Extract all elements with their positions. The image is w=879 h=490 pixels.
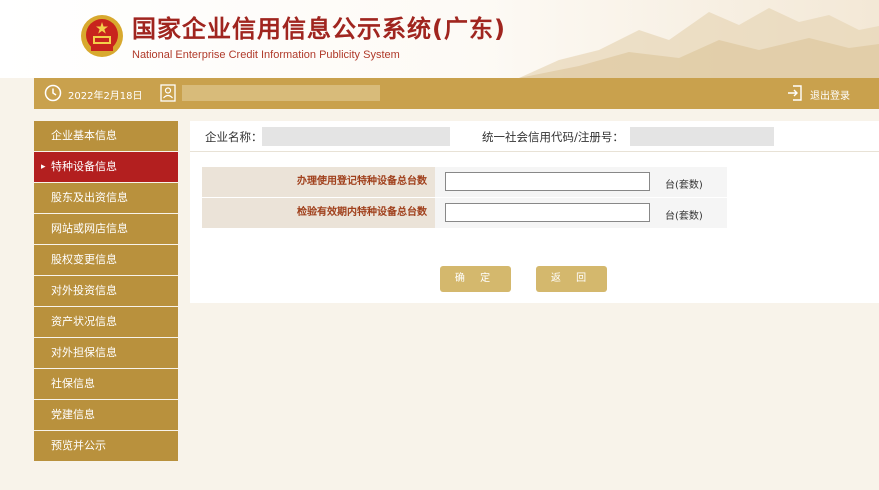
logout-link[interactable]: 退出登录	[810, 87, 850, 102]
unit-label: 台(套数)	[665, 180, 703, 191]
sidebar-item-basic-info[interactable]: 企业基本信息	[34, 121, 178, 151]
current-date: 2022年2月18日	[68, 91, 143, 102]
site-title: 国家企业信用信息公示系统(广东)	[132, 15, 506, 43]
site-header: 国家企业信用信息公示系统(广东) National Enterprise Cre…	[0, 0, 879, 78]
inspected-equipment-input[interactable]	[445, 203, 650, 222]
enterprise-info-row: 企业名称： 统一社会信用代码/注册号：	[190, 121, 879, 152]
form-row-inspected-equipment: 检验有效期内特种设备总台数 台(套数)	[202, 198, 727, 229]
user-name-redacted	[182, 85, 380, 101]
sidebar-item-equity-change[interactable]: 股权变更信息	[34, 245, 178, 275]
main-panel: 企业名称： 统一社会信用代码/注册号： 办理使用登记特种设备总台数 台(套数) …	[190, 121, 879, 303]
sidebar-nav: 企业基本信息 特种设备信息 股东及出资信息 网站或网店信息 股权变更信息 对外投…	[34, 121, 178, 462]
sidebar-item-party-building[interactable]: 党建信息	[34, 400, 178, 430]
enterprise-name-redacted	[262, 127, 450, 146]
form-row-registered-equipment: 办理使用登记特种设备总台数 台(套数)	[202, 167, 727, 198]
sidebar-item-shareholders[interactable]: 股东及出资信息	[34, 183, 178, 213]
back-button[interactable]: 返 回	[536, 266, 607, 292]
mountain-background-icon	[519, 8, 879, 78]
enterprise-name-label: 企业名称：	[205, 130, 263, 144]
sidebar-item-guarantee[interactable]: 对外担保信息	[34, 338, 178, 368]
unit-label: 台(套数)	[665, 211, 703, 222]
sidebar-item-preview-publish[interactable]: 预览并公示	[34, 431, 178, 461]
credit-code-redacted	[630, 127, 774, 146]
site-subtitle: National Enterprise Credit Information P…	[132, 49, 400, 61]
user-icon	[160, 84, 176, 102]
top-toolbar: 2022年2月18日 退出登录	[34, 78, 879, 109]
sidebar-item-website[interactable]: 网站或网店信息	[34, 214, 178, 244]
inspected-equipment-label: 检验有效期内特种设备总台数	[202, 198, 435, 228]
national-emblem-icon	[81, 15, 123, 57]
registered-equipment-input[interactable]	[445, 172, 650, 191]
sidebar-item-assets[interactable]: 资产状况信息	[34, 307, 178, 337]
clock-icon	[44, 84, 62, 102]
confirm-button[interactable]: 确 定	[440, 266, 511, 292]
sidebar-item-special-equipment[interactable]: 特种设备信息	[34, 152, 178, 182]
credit-code-label: 统一社会信用代码/注册号：	[482, 130, 624, 144]
logout-icon[interactable]	[786, 84, 804, 102]
sidebar-item-investment[interactable]: 对外投资信息	[34, 276, 178, 306]
registered-equipment-label: 办理使用登记特种设备总台数	[202, 167, 435, 197]
sidebar-item-social-security[interactable]: 社保信息	[34, 369, 178, 399]
equipment-form: 办理使用登记特种设备总台数 台(套数) 检验有效期内特种设备总台数 台(套数)	[202, 167, 727, 229]
